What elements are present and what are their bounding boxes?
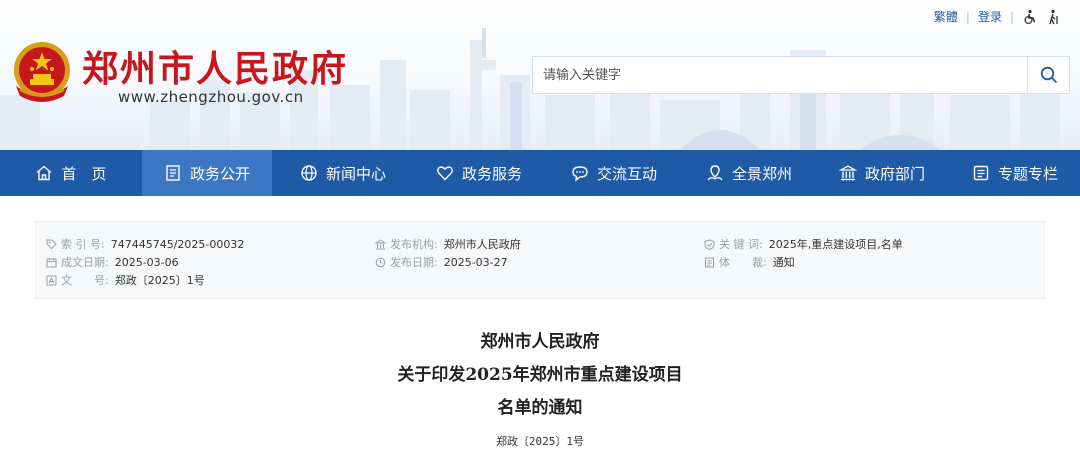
nav-item-panorama[interactable]: 全景郑州	[684, 150, 814, 196]
tag-icon	[46, 239, 57, 249]
list-icon	[973, 165, 989, 181]
traditional-chinese-link[interactable]: 繁體	[934, 8, 958, 25]
article-title-line-3: 名单的通知	[497, 398, 583, 418]
chat-icon	[572, 166, 588, 182]
nav-item-home[interactable]: 首 页	[0, 150, 142, 196]
heart-icon	[437, 166, 453, 181]
building-icon	[375, 238, 386, 249]
nav-item-interaction[interactable]: 交流互动	[544, 150, 684, 196]
search-input[interactable]	[533, 57, 1027, 93]
article-document-number: 郑政〔2025〕1号	[495, 435, 585, 448]
accessibility-icon[interactable]	[1022, 9, 1038, 25]
building-icon	[838, 165, 857, 181]
nav-item-departments[interactable]: 政府部门	[814, 150, 950, 196]
nav-item-government-affairs[interactable]: 政务公开	[142, 150, 272, 196]
top-utility-bar: 繁體 | 登录 |	[934, 8, 1062, 25]
meta-genre: 体 裁: 通知	[704, 254, 795, 270]
document-icon	[705, 257, 714, 267]
search-icon	[1040, 66, 1057, 84]
login-link[interactable]: 登录	[978, 8, 1002, 25]
text-box-icon	[46, 275, 57, 285]
search-button[interactable]	[1027, 57, 1069, 93]
document-metadata-box: 索 引 号: 747445745/2025-00032 成文日期: 2025-0…	[35, 221, 1045, 299]
search-bar	[532, 56, 1070, 94]
home-icon	[37, 165, 52, 181]
nav-item-special-topics[interactable]: 专题专栏	[950, 150, 1080, 196]
clock-icon	[375, 257, 386, 267]
article-title-line-1: 郑州市人民政府	[480, 332, 600, 352]
meta-created-date: 成文日期: 2025-03-06	[46, 254, 179, 270]
meta-publisher: 发布机构: 郑州市人民政府	[375, 236, 521, 252]
site-url: www.zhengzhou.gov.cn	[118, 88, 304, 106]
nav-item-government-services[interactable]: 政务服务	[414, 150, 544, 196]
site-header: 繁體 | 登录 | 郑州市人民政府 www.zhengzhou.gov.cn	[0, 0, 1080, 150]
landscape-icon	[707, 165, 723, 181]
article-title-line-2: 关于印发2025年郑州市重点建设项目	[397, 365, 683, 385]
document-icon	[166, 165, 180, 181]
nav-item-news-center[interactable]: 新闻中心	[272, 150, 414, 196]
meta-keywords: 关 键 词: 2025年,重点建设项目,名单	[704, 236, 903, 252]
globe-icon	[301, 165, 317, 181]
elderly-mode-icon[interactable]	[1046, 9, 1062, 25]
calendar-icon	[46, 257, 57, 267]
national-emblem-icon	[14, 42, 70, 102]
shield-check-icon	[704, 238, 715, 250]
main-nav: 首 页 政务公开 新闻中心 政务服务 交流互动 全景郑州 政府部门 专题专栏	[0, 150, 1080, 196]
meta-publish-date: 发布日期: 2025-03-27	[375, 254, 508, 270]
meta-index-number: 索 引 号: 747445745/2025-00032	[46, 236, 244, 252]
meta-document-number: 文 号: 郑政〔2025〕1号	[46, 272, 205, 288]
site-title: 郑州市人民政府	[82, 48, 349, 90]
